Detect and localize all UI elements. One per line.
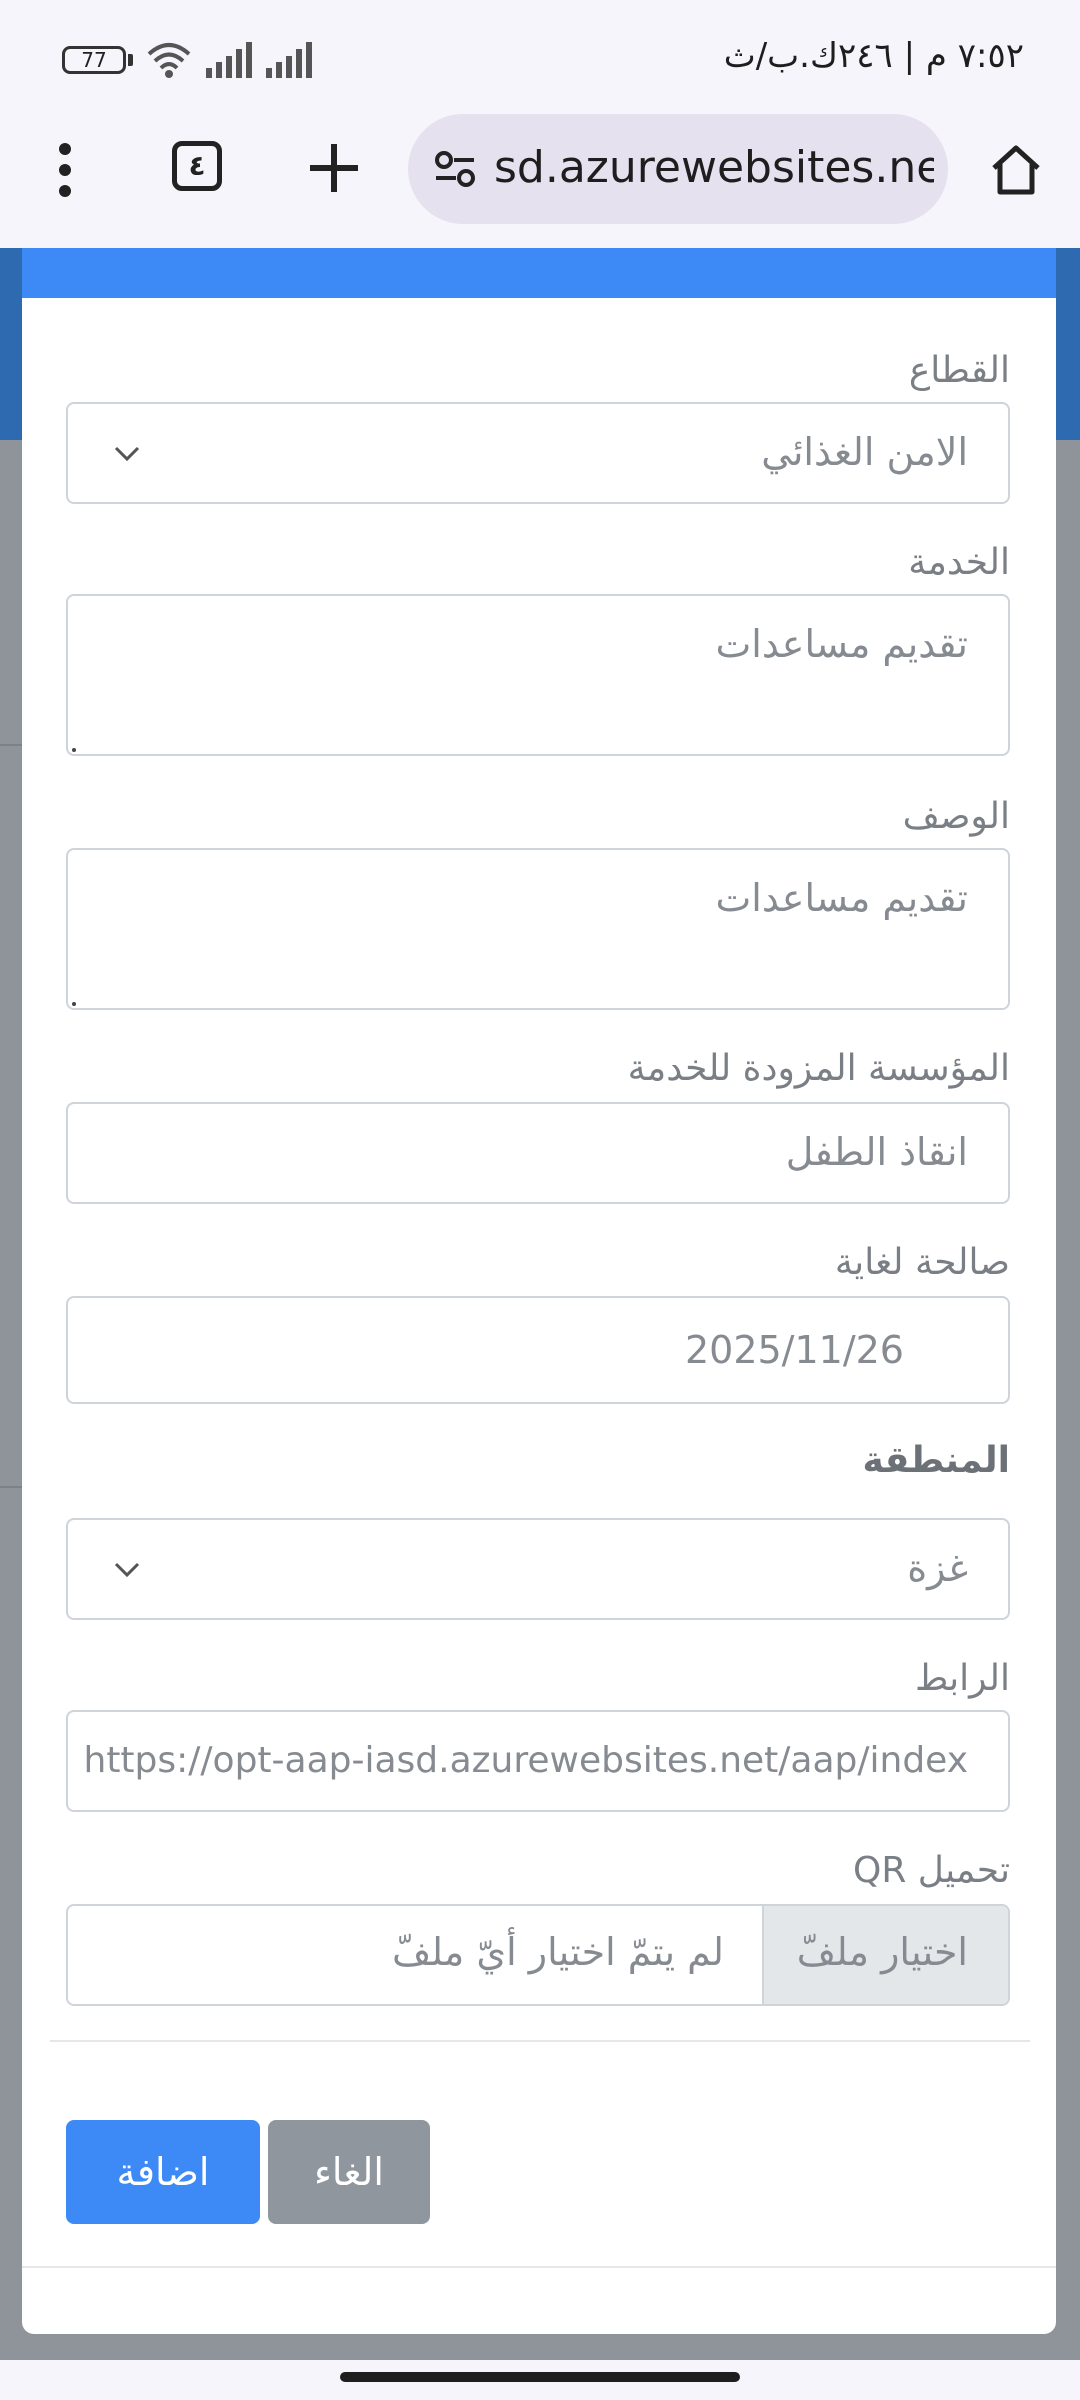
add-service-modal: القطاع الامن الغذائي الخدمة تقديم مساعدا… <box>22 248 1056 2334</box>
qr-file-input[interactable]: اختيار ملفّ لم يتمّ اختيار أيّ ملفّ <box>66 1904 1010 2006</box>
cancel-button[interactable]: الغاء <box>268 2120 430 2224</box>
footer-divider <box>50 2040 1030 2042</box>
choose-file-label: اختيار ملفّ <box>796 1930 968 1974</box>
description-label: الوصف <box>902 796 1010 837</box>
region-value: غزة <box>907 1546 968 1590</box>
resize-handle[interactable] <box>72 748 76 752</box>
valid-until-value: 2025/11/26 <box>684 1328 904 1372</box>
background-divider <box>0 1486 22 1488</box>
tab-count: ٤ <box>188 149 206 182</box>
chevron-down-icon <box>114 446 140 462</box>
address-bar[interactable]: sd.azurewebsites.net <box>408 114 948 224</box>
qr-upload-label: تحميل QR <box>853 1850 1010 1891</box>
add-button[interactable]: اضافة <box>66 2120 260 2224</box>
more-options-icon[interactable] <box>50 140 80 200</box>
battery-level: 77 <box>81 48 107 72</box>
link-value: https://opt-aap-iasd.azurewebsites.net/a… <box>83 1740 969 1781</box>
status-bar: 77 ٧:٥٢ م | ٢٤٦ك.ب/ث <box>0 0 1080 110</box>
new-tab-icon[interactable] <box>308 142 360 194</box>
background-divider <box>0 744 22 746</box>
wifi-icon <box>147 43 191 78</box>
provider-input[interactable]: انقاذ الطفل <box>66 1102 1010 1204</box>
provider-value: انقاذ الطفل <box>785 1130 968 1174</box>
service-label: الخدمة <box>908 542 1010 583</box>
sector-label: القطاع <box>908 350 1010 391</box>
description-textarea[interactable]: تقديم مساعدات <box>66 848 1010 1010</box>
provider-label: المؤسسة المزودة للخدمة <box>627 1048 1010 1089</box>
sector-value: الامن الغذائي <box>761 430 968 474</box>
no-file-chosen-text: لم يتمّ اختيار أيّ ملفّ <box>392 1930 724 1974</box>
region-select[interactable]: غزة <box>66 1518 1010 1620</box>
signal-icon-2 <box>266 42 312 78</box>
battery-tip <box>128 54 133 66</box>
url-text: sd.azurewebsites.net <box>494 142 934 193</box>
service-value: تقديم مساعدات <box>715 622 968 666</box>
home-icon[interactable] <box>988 142 1044 198</box>
gesture-navigation-bar[interactable] <box>340 2372 740 2382</box>
region-label: المنطقة <box>862 1440 1011 1481</box>
status-time: ٧:٥٢ م | ٢٤٦ك.ب/ث <box>723 36 1024 76</box>
modal-header <box>22 248 1056 298</box>
site-settings-icon[interactable] <box>430 144 480 194</box>
resize-handle[interactable] <box>72 1002 76 1006</box>
tab-switcher-button[interactable]: ٤ <box>172 141 222 191</box>
footer-bottom-divider <box>22 2266 1056 2268</box>
choose-file-button[interactable]: اختيار ملفّ <box>762 1906 1008 2004</box>
chevron-down-icon <box>114 1562 140 1578</box>
sector-select[interactable]: الامن الغذائي <box>66 402 1010 504</box>
valid-until-label: صالحة لغاية <box>834 1242 1010 1283</box>
service-textarea[interactable]: تقديم مساعدات <box>66 594 1010 756</box>
link-input[interactable]: https://opt-aap-iasd.azurewebsites.net/a… <box>66 1710 1010 1812</box>
signal-icon <box>206 42 252 78</box>
battery-icon: 77 <box>62 46 126 74</box>
description-value: تقديم مساعدات <box>715 876 968 920</box>
link-label: الرابط <box>914 1658 1010 1699</box>
valid-until-date-input[interactable]: 2025/11/26 <box>66 1296 1010 1404</box>
